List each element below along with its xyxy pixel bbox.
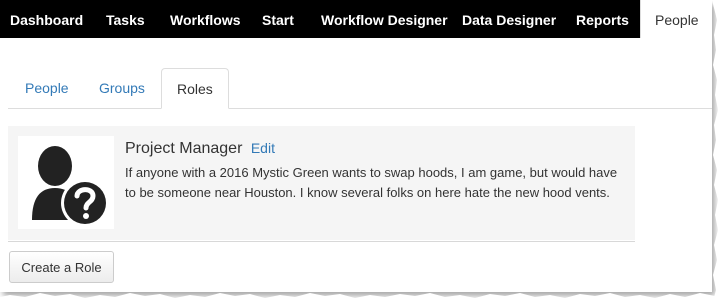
nav-dashboard[interactable]: Dashboard — [10, 0, 83, 38]
nav-data-designer[interactable]: Data Designer — [462, 0, 556, 38]
create-role-button[interactable]: Create a Role — [9, 251, 114, 283]
nav-tasks[interactable]: Tasks — [106, 0, 145, 38]
tab-groups[interactable]: Groups — [99, 68, 145, 108]
role-card: Project Manager Edit If anyone with a 20… — [8, 126, 635, 240]
role-avatar — [18, 136, 114, 229]
nav-workflow-designer[interactable]: Workflow Designer — [321, 0, 448, 38]
tab-roles[interactable]: Roles — [161, 68, 229, 109]
nav-people[interactable]: People — [640, 0, 712, 38]
unknown-user-icon — [32, 146, 109, 227]
nav-reports[interactable]: Reports — [576, 0, 629, 38]
divider — [8, 241, 635, 242]
role-name: Project Manager — [125, 140, 243, 157]
nav-workflows[interactable]: Workflows — [170, 0, 241, 38]
role-title-line: Project Manager Edit — [125, 140, 275, 158]
torn-edge-right — [712, 0, 728, 305]
tab-people[interactable]: People — [25, 68, 69, 108]
role-description: If anyone with a 2016 Mystic Green wants… — [125, 165, 618, 200]
nav-start[interactable]: Start — [262, 0, 294, 38]
people-subtabs: People Groups Roles — [8, 68, 712, 109]
torn-edge-bottom — [0, 292, 728, 305]
edit-role-link[interactable]: Edit — [251, 140, 275, 156]
app-window: Dashboard Tasks Workflows Start Workflow… — [0, 0, 712, 292]
top-navigation: Dashboard Tasks Workflows Start Workflow… — [0, 0, 712, 38]
